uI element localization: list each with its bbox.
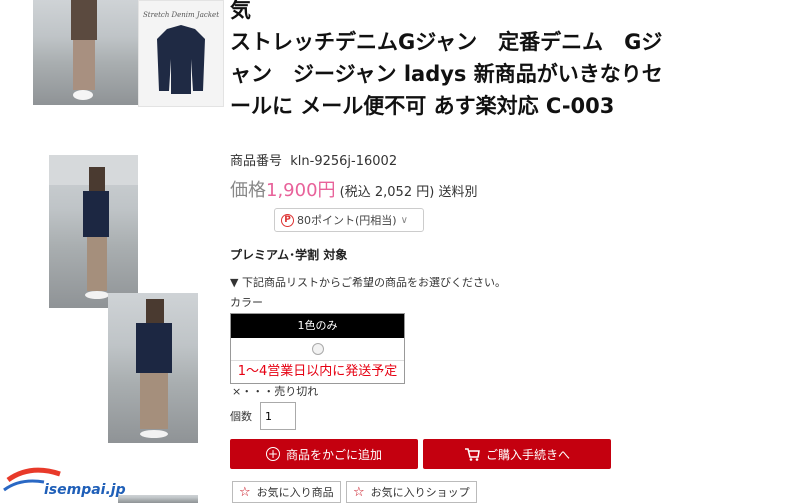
product-photo-3[interactable] xyxy=(108,293,198,443)
point-icon: P xyxy=(281,213,294,227)
product-photo-4[interactable] xyxy=(118,495,198,503)
product-code: 商品番号 kln-9256j-16002 xyxy=(230,150,397,169)
premium-label: プレミアム･学割 対象 xyxy=(230,248,348,262)
variant-shipping-note: 1～4営業日以内に発送予定 xyxy=(237,364,398,379)
favorite-shop-label: お気に入りショップ xyxy=(370,486,470,499)
color-label: カラー xyxy=(230,296,263,309)
star-icon: ☆ xyxy=(239,484,251,500)
product-title: ストレッチデニムGジャン 定番デニム Gジャン ジージャン ladys 新商品が… xyxy=(230,30,663,118)
product-photo-jacket[interactable]: Stretch Denim Jacket xyxy=(138,0,224,107)
price-value: 1,900円 xyxy=(266,180,336,201)
add-to-cart-button[interactable]: + 商品をかごに追加 xyxy=(230,439,418,469)
shipping-text: 送料別 xyxy=(438,185,478,200)
isempai-logo: isempai.jp xyxy=(0,466,130,503)
code-label: 商品番号 xyxy=(230,154,283,169)
add-to-cart-label: 商品をかごに追加 xyxy=(285,447,382,462)
checkout-label: ご購入手続きへ xyxy=(485,447,570,462)
chevron-down-icon: ∨ xyxy=(400,214,408,226)
model-figure-back xyxy=(136,299,172,438)
model-figure-side xyxy=(49,155,138,299)
soldout-legend: ×・・・売り切れ xyxy=(232,385,319,398)
variant-option[interactable] xyxy=(231,338,404,361)
jacket-caption: Stretch Denim Jacket xyxy=(142,11,220,19)
price-tax: (税込 2,052 円) xyxy=(339,185,435,200)
quantity-label: 個数 xyxy=(230,410,252,423)
selection-note: ▼ 下記商品リストからご希望の商品をお選びください。 xyxy=(230,276,506,289)
points-text: 80ポイント(円相当) xyxy=(297,214,397,227)
favorite-item-button[interactable]: ☆ お気に入り商品 xyxy=(232,481,341,503)
variant-header: 1色のみ xyxy=(231,314,404,338)
title-top-fragment: 気 xyxy=(230,0,251,22)
favorite-shop-button[interactable]: ☆ お気に入りショップ xyxy=(346,481,477,503)
star-icon: ☆ xyxy=(353,484,365,500)
logo-text: isempai.jp xyxy=(44,482,126,498)
variant-table: 1色のみ 1～4営業日以内に発送予定 xyxy=(230,313,405,384)
jacket-shape xyxy=(157,25,205,94)
quantity-input[interactable] xyxy=(260,402,296,430)
model-figure xyxy=(71,0,97,100)
product-photo-2[interactable] xyxy=(49,155,138,308)
code-value: kln-9256j-16002 xyxy=(290,154,398,169)
points-dropdown[interactable]: P 80ポイント(円相当) ∨ xyxy=(274,208,424,232)
plus-circle-icon: + xyxy=(265,447,280,461)
checkout-button[interactable]: ご購入手続きへ xyxy=(423,439,611,469)
favorite-item-label: お気に入り商品 xyxy=(256,486,334,499)
product-photo-1[interactable] xyxy=(33,0,138,105)
price-label: 価格 xyxy=(230,180,266,201)
cart-icon xyxy=(464,448,480,461)
variant-radio[interactable] xyxy=(311,343,324,355)
price-row: 価格1,900円 (税込 2,052 円) 送料別 xyxy=(230,176,477,202)
